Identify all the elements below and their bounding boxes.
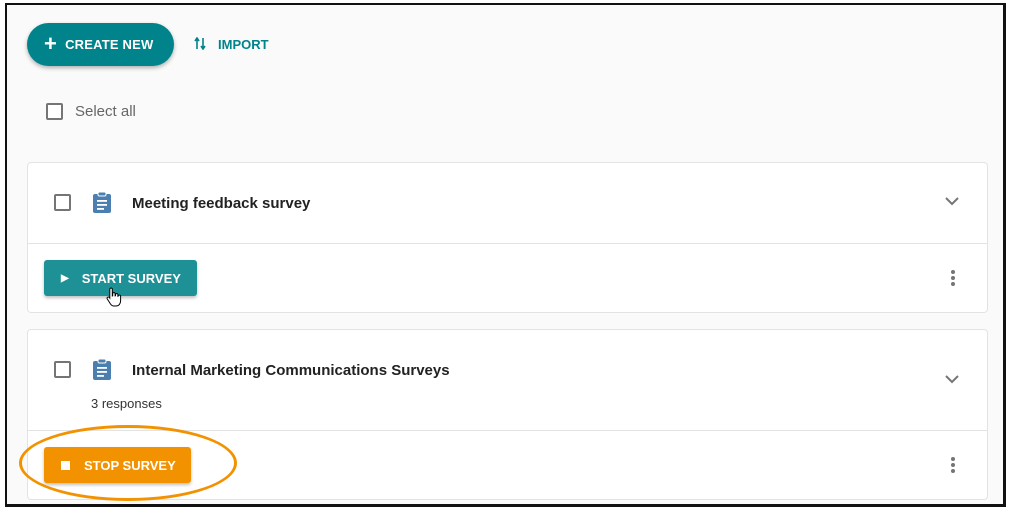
import-arrows-icon (194, 36, 206, 53)
chevron-down-icon[interactable] (945, 196, 959, 206)
chevron-down-icon[interactable] (945, 374, 959, 384)
clipboard-icon (93, 192, 111, 213)
survey-card-footer: ▶ START SURVEY (28, 244, 987, 312)
survey-title[interactable]: Meeting feedback survey (132, 195, 310, 212)
survey-card: Meeting feedback survey ▶ START SURVEY (27, 162, 988, 313)
create-new-label: CREATE NEW (65, 37, 154, 52)
survey-checkbox[interactable] (54, 194, 71, 211)
start-survey-label: START SURVEY (81, 270, 181, 286)
stop-icon (61, 460, 70, 470)
stop-survey-label: STOP SURVEY (84, 457, 176, 473)
survey-checkbox[interactable] (54, 361, 71, 378)
select-all-label: Select all (75, 103, 136, 120)
stop-survey-button[interactable]: STOP SURVEY (44, 447, 191, 483)
create-new-button[interactable]: + CREATE NEW (27, 23, 174, 66)
more-options-icon[interactable] (950, 457, 956, 475)
plus-icon: + (44, 30, 58, 56)
start-survey-button[interactable]: ▶ START SURVEY (44, 260, 197, 296)
import-label: IMPORT (218, 37, 269, 52)
survey-card-header[interactable]: Internal Marketing Communications Survey… (28, 330, 987, 431)
select-all: Select all (46, 103, 136, 120)
more-options-icon[interactable] (950, 270, 956, 288)
clipboard-icon (93, 359, 111, 380)
import-button[interactable]: IMPORT (194, 36, 269, 53)
survey-card: Internal Marketing Communications Survey… (27, 329, 988, 500)
select-all-checkbox[interactable] (46, 103, 63, 120)
response-count: 3 responses (91, 396, 162, 411)
survey-card-footer: STOP SURVEY (28, 431, 987, 499)
play-icon: ▶ (61, 272, 69, 284)
toolbar: + CREATE NEW IMPORT (27, 23, 269, 66)
survey-card-header[interactable]: Meeting feedback survey (28, 163, 987, 244)
survey-title[interactable]: Internal Marketing Communications Survey… (132, 362, 450, 379)
app-frame: + CREATE NEW IMPORT Select all Meeting f… (5, 3, 1006, 507)
